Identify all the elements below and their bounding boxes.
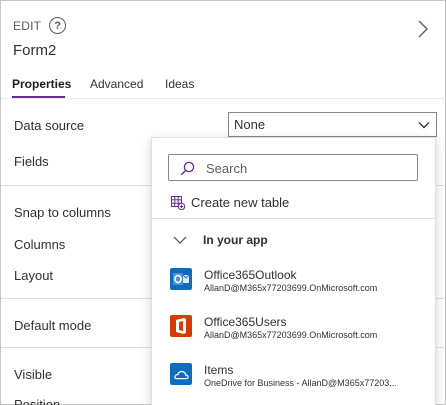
list-item[interactable]: Office365Outlook AllanD@M365x77203699.On… <box>170 268 432 308</box>
data-source-name: Office365Users <box>204 315 287 329</box>
tab-properties[interactable]: Properties <box>12 77 71 91</box>
data-source-account: AllanD@M365x77203699.OnMicrosoft.com <box>204 330 378 340</box>
data-source-account: AllanD@M365x77203699.OnMicrosoft.com <box>204 283 378 293</box>
data-source-name: Items <box>204 363 234 377</box>
tab-advanced[interactable]: Advanced <box>90 77 143 91</box>
data-source-account: OneDrive for Business - AllanD@M365x7720… <box>204 378 397 388</box>
prop-default-mode-label: Default mode <box>14 318 92 333</box>
chevron-right-icon[interactable] <box>417 19 429 39</box>
search-input[interactable]: Search <box>168 154 418 181</box>
search-placeholder: Search <box>206 161 248 176</box>
tab-ideas[interactable]: Ideas <box>165 77 194 91</box>
data-source-select[interactable]: None <box>228 112 437 137</box>
dropdown-divider <box>152 218 435 219</box>
data-source-dropdown: Search Create new table In your app Offi… <box>151 137 436 405</box>
active-tab-indicator <box>12 96 65 98</box>
prop-visible-label: Visible <box>14 367 53 382</box>
search-icon <box>180 161 195 176</box>
edit-label: EDIT <box>13 18 42 33</box>
prop-snap-to-columns-label: Snap to columns <box>14 205 111 220</box>
prop-columns-label: Columns <box>14 237 66 252</box>
office-icon <box>170 315 192 337</box>
section-in-your-app[interactable]: In your app <box>173 233 268 247</box>
properties-panel: EDIT ? Form2 Properties Advanced Ideas D… <box>0 0 446 405</box>
section-label: In your app <box>203 233 268 247</box>
list-item[interactable]: Items OneDrive for Business - AllanD@M36… <box>170 363 432 403</box>
prop-fields-label: Fields <box>14 154 49 169</box>
list-item[interactable]: Office365Users AllanD@M365x77203699.OnMi… <box>170 315 432 355</box>
prop-position-label: Position <box>14 397 61 405</box>
chevron-down-icon <box>173 236 187 244</box>
form-name: Form2 <box>13 42 57 59</box>
prop-data-source-label: Data source <box>14 118 85 133</box>
prop-layout-label: Layout <box>14 268 54 283</box>
onedrive-icon <box>170 363 192 385</box>
data-source-name: Office365Outlook <box>204 268 297 282</box>
create-new-table-label: Create new table <box>191 195 290 210</box>
edit-header: EDIT ? <box>13 17 67 34</box>
outlook-icon <box>170 268 192 290</box>
create-new-table-button[interactable]: Create new table <box>171 195 289 210</box>
data-source-select-value: None <box>234 117 266 132</box>
chevron-down-icon <box>418 122 430 129</box>
tab-bar: Properties Advanced Ideas <box>1 75 446 99</box>
help-icon[interactable]: ? <box>49 17 67 34</box>
table-add-icon <box>171 195 185 210</box>
